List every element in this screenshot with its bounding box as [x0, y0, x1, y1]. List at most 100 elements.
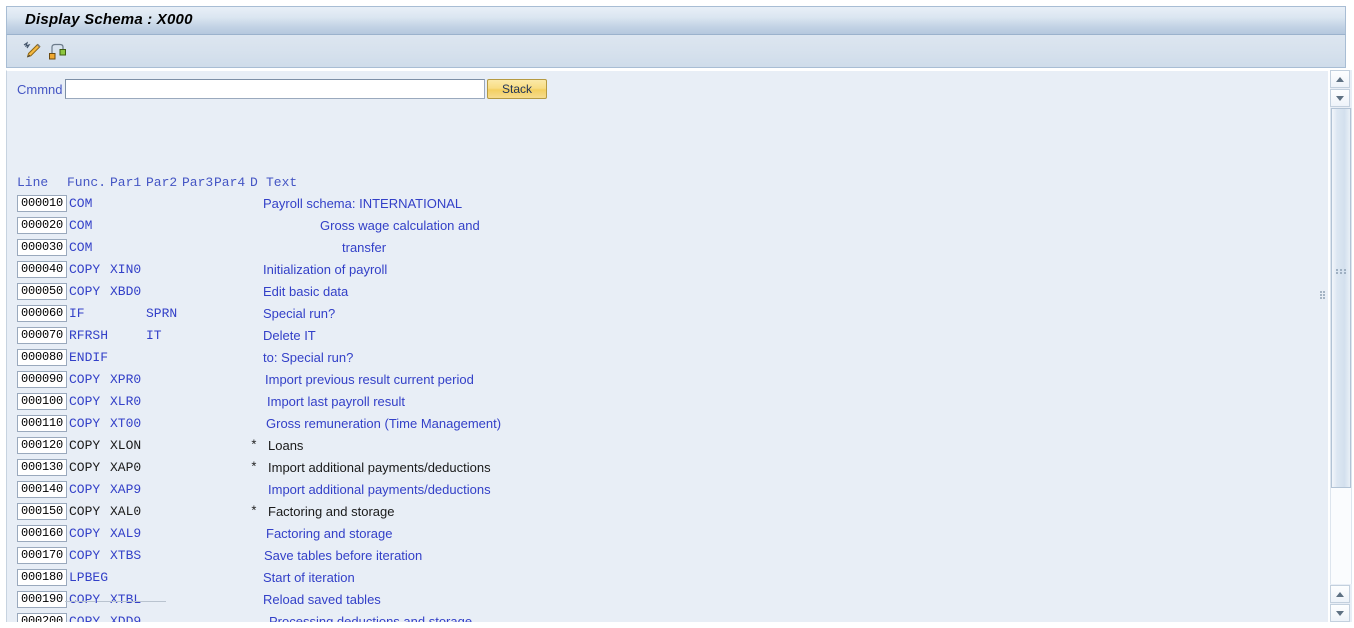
table-row[interactable]: 000050 COPY XBD0 Edit basic data — [7, 283, 1328, 305]
table-row[interactable]: 000010 COM Payroll schema: INTERNATIONAL — [7, 195, 1328, 217]
structure-graphic-icon[interactable] — [47, 41, 69, 61]
partial-row-fragments — [7, 601, 1328, 607]
row-line-number[interactable]: 000180 — [17, 569, 67, 586]
row-function: COPY — [69, 262, 101, 277]
inner-scroll-area[interactable] — [1318, 71, 1328, 622]
table-row[interactable]: 000060 IF SPRN Special run? — [7, 305, 1328, 327]
row-line-number[interactable]: 000040 — [17, 261, 67, 278]
row-text: Payroll schema: INTERNATIONAL — [263, 196, 463, 211]
row-text: Import additional payments/deductions — [268, 460, 491, 475]
row-line-number[interactable]: 000150 — [17, 503, 67, 520]
table-row[interactable]: 000160 COPY XAL9 Factoring and storage — [7, 525, 1328, 547]
row-par1: XAP9 — [110, 482, 142, 497]
row-line-number[interactable]: 000060 — [17, 305, 67, 322]
row-par1: XIN0 — [110, 262, 142, 277]
row-text: Edit basic data — [263, 284, 349, 299]
row-par1: XDD9 — [110, 614, 142, 622]
scroll-down-arrow[interactable] — [1330, 89, 1350, 107]
row-text: Import previous result current period — [265, 372, 474, 387]
row-function: COPY — [69, 526, 101, 541]
table-row[interactable]: 000080 ENDIF to: Special run? — [7, 349, 1328, 371]
row-text: Special run? — [263, 306, 336, 321]
row-par1: XAL0 — [110, 504, 142, 519]
row-line-number[interactable]: 000170 — [17, 547, 67, 564]
row-par2: SPRN — [146, 306, 178, 321]
row-function: COPY — [69, 548, 101, 563]
table-row[interactable]: 000030 COM transfer — [7, 239, 1328, 261]
scroll-up-arrow[interactable] — [1330, 70, 1350, 88]
header-par2: Par2 — [146, 175, 178, 190]
row-line-number[interactable]: 000130 — [17, 459, 67, 476]
scrollbar-grip — [1336, 269, 1348, 276]
stack-button[interactable]: Stack — [487, 79, 547, 99]
row-text: Save tables before iteration — [264, 548, 423, 563]
header-par3: Par3 — [182, 175, 214, 190]
table-row[interactable]: 000170 COPY XTBS Save tables before iterati… — [7, 547, 1328, 569]
schema-rows: 000010 COM Payroll schema: INTERNATIONAL 00… — [7, 195, 1328, 622]
window-titlebar: Display Schema : X000 — [6, 6, 1346, 35]
header-d: D — [250, 175, 258, 190]
table-row[interactable]: 000040 COPY XIN0 Initialization of payroll — [7, 261, 1328, 283]
row-function: COPY — [69, 372, 101, 387]
scrollbar-track[interactable] — [1330, 108, 1352, 584]
table-row[interactable]: 000090 COPY XPR0 Import previous result cur… — [7, 371, 1328, 393]
row-line-number[interactable]: 000030 — [17, 239, 67, 256]
schema-content-panel: Cmmnd Stack Line Func. Par1 Par2 Par3 Pa… — [6, 70, 1328, 622]
row-function: COPY — [69, 394, 101, 409]
edit-pencil-icon[interactable] — [21, 41, 43, 61]
table-row[interactable]: 000180 LPBEG Start of iteration — [7, 569, 1328, 591]
row-function: COPY — [69, 482, 101, 497]
row-function: COM — [69, 196, 93, 211]
partial-row-segment — [144, 601, 166, 602]
row-line-number[interactable]: 000050 — [17, 283, 67, 300]
table-row[interactable]: 000020 COM Gross wage calculation and — [7, 217, 1328, 239]
row-line-number[interactable]: 000090 — [17, 371, 67, 388]
row-d-flag: * — [250, 460, 258, 475]
vertical-scrollbar[interactable] — [1330, 70, 1352, 622]
row-line-number[interactable]: 000100 — [17, 393, 67, 410]
row-line-number[interactable]: 000080 — [17, 349, 67, 366]
inner-scroll-grip[interactable] — [1320, 291, 1327, 299]
scroll-up-arrow-bottom[interactable] — [1330, 585, 1350, 603]
row-d-flag: * — [250, 504, 258, 519]
row-par1: XBD0 — [110, 284, 142, 299]
table-row[interactable]: 000110 COPY XT00 Gross remuneration (Time M… — [7, 415, 1328, 437]
row-par1: XLON — [110, 438, 142, 453]
row-par1: XPR0 — [110, 372, 142, 387]
table-row[interactable]: 000140 COPY XAP9 Import additional payments… — [7, 481, 1328, 503]
row-line-number[interactable]: 000140 — [17, 481, 67, 498]
row-text: Import last payroll result — [267, 394, 405, 409]
header-func: Func. — [67, 175, 107, 190]
table-row[interactable]: 000200 COPY XDD9 Processing deductions and … — [7, 613, 1328, 622]
row-line-number[interactable]: 000200 — [17, 613, 67, 622]
row-line-number[interactable]: 000120 — [17, 437, 67, 454]
scrollbar-thumb[interactable] — [1331, 108, 1351, 488]
row-line-number[interactable]: 000070 — [17, 327, 67, 344]
table-row[interactable]: 000100 COPY XLR0 Import last payroll result — [7, 393, 1328, 415]
table-column-headers: Line Func. Par1 Par2 Par3 Par4 D Text — [7, 175, 1328, 193]
header-text: Text — [266, 175, 298, 190]
scroll-down-arrow-bottom[interactable] — [1330, 604, 1350, 622]
row-function: LPBEG — [69, 570, 109, 585]
row-function: COM — [69, 240, 93, 255]
row-text: Loans — [268, 438, 304, 453]
table-row[interactable]: 000150 COPY XAL0 * Factoring and storage — [7, 503, 1328, 525]
row-text: Start of iteration — [263, 570, 355, 585]
row-par1: XTBS — [110, 548, 142, 563]
table-row[interactable]: 000120 COPY XLON * Loans — [7, 437, 1328, 459]
row-line-number[interactable]: 000160 — [17, 525, 67, 542]
header-par1: Par1 — [110, 175, 142, 190]
row-line-number[interactable]: 000010 — [17, 195, 67, 212]
row-line-number[interactable]: 000020 — [17, 217, 67, 234]
table-row[interactable]: 000070 RFRSH IT Delete IT — [7, 327, 1328, 349]
partial-row-segment — [65, 601, 95, 602]
row-text: Gross remuneration (Time Management) — [266, 416, 502, 431]
row-line-number[interactable]: 000110 — [17, 415, 67, 432]
row-par1: XLR0 — [110, 394, 142, 409]
table-row[interactable]: 000130 COPY XAP0 * Import additional payment… — [7, 459, 1328, 481]
row-text: Delete IT — [263, 328, 316, 343]
header-line: Line — [17, 175, 49, 190]
row-text: Import additional payments/deductions — [268, 482, 491, 497]
row-text: Initialization of payroll — [263, 262, 388, 277]
command-input[interactable] — [65, 79, 485, 99]
